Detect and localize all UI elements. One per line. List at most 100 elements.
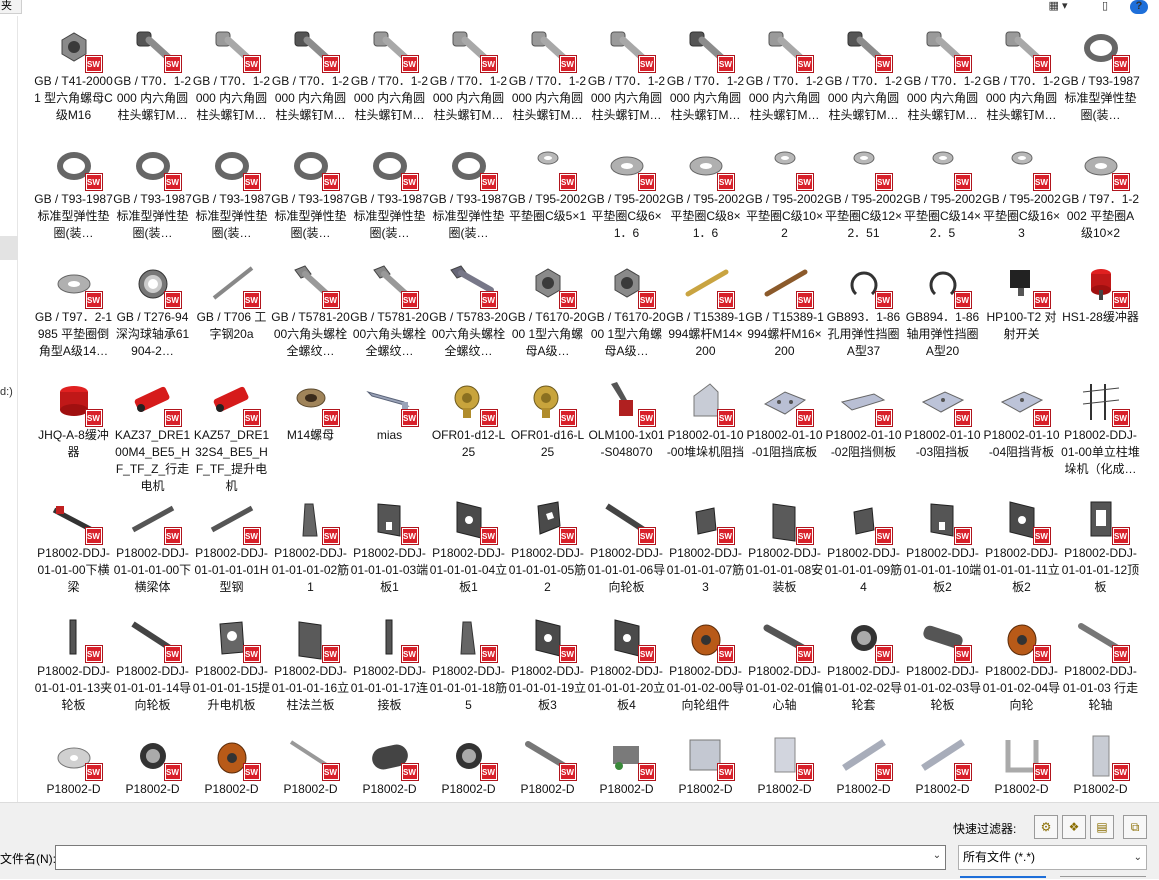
file-item[interactable]: SW P18002-01-10-01阻挡底板 (745, 370, 824, 488)
file-item[interactable]: SW P18002-D (34, 724, 113, 802)
file-item[interactable]: SW GB / T6170-2000 1型六角螺母A级… (587, 252, 666, 370)
file-item[interactable]: SW OFR01-d12-L25 (429, 370, 508, 488)
file-item[interactable]: SW GB / T70．1-2000 内六角圆柱头螺钉M… (508, 16, 587, 134)
file-item[interactable]: SW GB / T93-1987 标准型弹性垫圈(装… (350, 134, 429, 252)
file-item[interactable]: SW P18002-D (745, 724, 824, 802)
help-icon[interactable]: ? (1130, 0, 1148, 14)
file-item[interactable]: SW GB / T5781-2000六角头螺栓全螺纹… (271, 252, 350, 370)
file-item[interactable]: SW P18002-D (903, 724, 982, 802)
file-item[interactable]: SW P18002-DDJ-01-01-01-03端板1 (350, 488, 429, 606)
file-item[interactable]: SW GB / T70．1-2000 内六角圆柱头螺钉M… (113, 16, 192, 134)
file-item[interactable]: SW P18002-DDJ-01-01-01-19立板3 (508, 606, 587, 724)
file-item[interactable]: SW P18002-DDJ-01-01-02-04导向轮 (982, 606, 1061, 724)
file-item[interactable]: SW JHQ-A-8缓冲器 (34, 370, 113, 488)
file-item[interactable]: SW GB / T70．1-2000 内六角圆柱头螺钉M… (982, 16, 1061, 134)
file-item[interactable]: SW P18002-DDJ-01-01-02-02导轮套 (824, 606, 903, 724)
file-item[interactable]: SW P18002-D (587, 724, 666, 802)
file-item[interactable]: SW GB / T276-94深沟球轴承61904-2… (113, 252, 192, 370)
file-item[interactable]: SW GB894．1-86轴用弹性挡圈A型20 (903, 252, 982, 370)
file-item[interactable]: SW GB / T95-2002 平垫圈C级16×3 (982, 134, 1061, 252)
file-item[interactable]: SW P18002-DDJ-01-01-01-09筋4 (824, 488, 903, 606)
file-item[interactable]: SW P18002-DDJ-01-01-02-03导轮板 (903, 606, 982, 724)
file-item[interactable]: SW P18002-DDJ-01-01-01-18筋5 (429, 606, 508, 724)
filter-drawings-icon[interactable]: ▤ (1090, 815, 1114, 839)
file-item[interactable]: SW P18002-DDJ-01-01-01-05筋2 (508, 488, 587, 606)
file-item[interactable]: SW P18002-DDJ-01-01-01-01H型钢 (192, 488, 271, 606)
file-item[interactable]: SW P18002-D (192, 724, 271, 802)
file-item[interactable]: SW P18002-DDJ-01-01-01-11立板2 (982, 488, 1061, 606)
file-item[interactable]: SW P18002-D (350, 724, 429, 802)
file-item[interactable]: SW P18002-D (666, 724, 745, 802)
file-item[interactable]: SW P18002-01-10-04阻挡背板 (982, 370, 1061, 488)
file-item[interactable]: SW GB / T93-1987 标准型弹性垫圈(装… (271, 134, 350, 252)
file-item[interactable]: SW GB / T41-20001 型六角螺母C级M16 (34, 16, 113, 134)
file-item[interactable]: SW GB / T5781-2000六角头螺栓全螺纹… (350, 252, 429, 370)
view-grid-icon[interactable]: ▦ ▾ (1038, 0, 1078, 14)
file-item[interactable]: SW GB / T70．1-2000 内六角圆柱头螺钉M… (587, 16, 666, 134)
file-item[interactable]: SW GB / T70．1-2000 内六角圆柱头螺钉M… (350, 16, 429, 134)
file-item[interactable]: SW GB / T70．1-2000 内六角圆柱头螺钉M… (666, 16, 745, 134)
file-item[interactable]: SW KAZ57_DRE132S4_BE5_HF_TF_提升电机 (192, 370, 271, 493)
file-item[interactable]: SW P18002-D (508, 724, 587, 802)
file-item[interactable]: SW GB / T70．1-2000 内六角圆柱头螺钉M… (271, 16, 350, 134)
file-item[interactable]: SW GB / T70．1-2000 内六角圆柱头螺钉M… (429, 16, 508, 134)
nav-drive-label[interactable]: d:) (0, 386, 13, 398)
file-item[interactable]: SW P18002-DDJ-01-01-02-01偏心轴 (745, 606, 824, 724)
file-item[interactable]: SW P18002-DDJ-01-00单立柱堆垛机（化成… (1061, 370, 1140, 488)
file-item[interactable]: SW GB / T706 工字钢20a (192, 252, 271, 370)
file-item[interactable]: SW P18002-D (429, 724, 508, 802)
file-item[interactable]: SW P18002-DDJ-01-01-03 行走轮轴 (1061, 606, 1140, 724)
file-item[interactable]: SW GB / T93-1987 标准型弹性垫圈(装… (1061, 16, 1140, 134)
file-item[interactable]: SW P18002-DDJ-01-01-01-16立柱法兰板 (271, 606, 350, 724)
file-item[interactable]: SW P18002-DDJ-01-01-01-00下横梁体 (113, 488, 192, 606)
file-item[interactable]: SW GB / T95-2002 平垫圈C级10×2 (745, 134, 824, 252)
filter-assemblies-icon[interactable]: ❖ (1062, 815, 1086, 839)
file-item[interactable]: SW GB / T95-2002 平垫圈C级8×1．6 (666, 134, 745, 252)
file-item[interactable]: SW GB / T70．1-2000 内六角圆柱头螺钉M… (824, 16, 903, 134)
file-item[interactable]: SW P18002-DDJ-01-01-01-07筋3 (666, 488, 745, 606)
file-item[interactable]: SW mias (350, 370, 429, 488)
file-item[interactable]: SW P18002-DDJ-01-01-01-06导向轮板 (587, 488, 666, 606)
file-item[interactable]: SW P18002-01-10-00堆垛机阻挡 (666, 370, 745, 488)
file-item[interactable]: SW P18002-DDJ-01-01-01-20立板4 (587, 606, 666, 724)
file-item[interactable]: SW P18002-D (824, 724, 903, 802)
file-item[interactable]: SW HP100-T2 对射开关 (982, 252, 1061, 370)
file-item[interactable]: SW P18002-DDJ-01-01-01-15提升电机板 (192, 606, 271, 724)
file-item[interactable]: SW HS1-28缓冲器 (1061, 252, 1140, 370)
file-item[interactable]: SW GB / T5783-2000六角头螺栓全螺纹… (429, 252, 508, 370)
open-button[interactable] (960, 876, 1046, 880)
file-item[interactable]: SW P18002-01-10-02阻挡侧板 (824, 370, 903, 488)
file-item[interactable]: SW P18002-DDJ-01-01-02-00导向轮组件 (666, 606, 745, 724)
filetype-select[interactable]: 所有文件 (*.*) ⌄ (958, 845, 1147, 870)
file-item[interactable]: SW P18002-DDJ-01-01-01-10端板2 (903, 488, 982, 606)
file-item[interactable]: SW P18002-01-10-03阻挡板 (903, 370, 982, 488)
file-item[interactable]: SW GB / T93-1987 标准型弹性垫圈(装… (192, 134, 271, 252)
file-item[interactable]: SW GB / T15389-1994螺杆M16×200 (745, 252, 824, 370)
file-item[interactable]: SW GB / T93-1987 标准型弹性垫圈(装… (429, 134, 508, 252)
left-tab-fragment[interactable]: 夹 (0, 0, 22, 14)
file-item[interactable]: SW GB / T95-2002 平垫圈C级12×2．51 (824, 134, 903, 252)
preview-pane-icon[interactable]: ▯ (1094, 0, 1116, 14)
file-item[interactable]: SW P18002-DDJ-01-01-01-17连接板 (350, 606, 429, 724)
file-item[interactable]: SW P18002-D (271, 724, 350, 802)
file-item[interactable]: SW P18002-DDJ-01-01-01-14导向轮板 (113, 606, 192, 724)
file-item[interactable]: SW P18002-DDJ-01-01-01-04立板1 (429, 488, 508, 606)
file-item[interactable]: SW OFR01-d16-L25 (508, 370, 587, 488)
file-item[interactable]: SW GB / T97．1-2002 平垫圈A级10×2 (1061, 134, 1140, 252)
file-item[interactable]: SW P18002-DDJ-01-01-01-08安装板 (745, 488, 824, 606)
file-item[interactable]: SW KAZ37_DRE100M4_BE5_HF_TF_Z_行走电机 (113, 370, 192, 493)
file-item[interactable]: SW GB / T93-1987 标准型弹性垫圈(装… (34, 134, 113, 252)
file-item[interactable]: SW GB / T70．1-2000 内六角圆柱头螺钉M… (903, 16, 982, 134)
file-item[interactable]: SW P18002-D (113, 724, 192, 802)
file-item[interactable]: SW P18002-DDJ-01-01-01-02筋1 (271, 488, 350, 606)
file-item[interactable]: SW P18002-D (1061, 724, 1140, 802)
file-item[interactable]: SW GB / T93-1987 标准型弹性垫圈(装… (113, 134, 192, 252)
file-item[interactable]: SW P18002-DDJ-01-01-00下横梁 (34, 488, 113, 606)
file-item[interactable]: SW GB / T95-2002 平垫圈C级14×2．5 (903, 134, 982, 252)
file-item[interactable]: SW GB / T95-2002 平垫圈C级5×1 (508, 134, 587, 252)
file-item[interactable]: SW GB / T97．2-1985 平垫圈倒角型A级14… (34, 252, 113, 370)
file-item[interactable]: SW OLM100-1x01-S048070 (587, 370, 666, 488)
file-item[interactable]: SW GB / T70．1-2000 内六角圆柱头螺钉M… (192, 16, 271, 134)
navigation-pane[interactable]: d:) (0, 16, 18, 802)
filename-input[interactable] (55, 845, 946, 870)
